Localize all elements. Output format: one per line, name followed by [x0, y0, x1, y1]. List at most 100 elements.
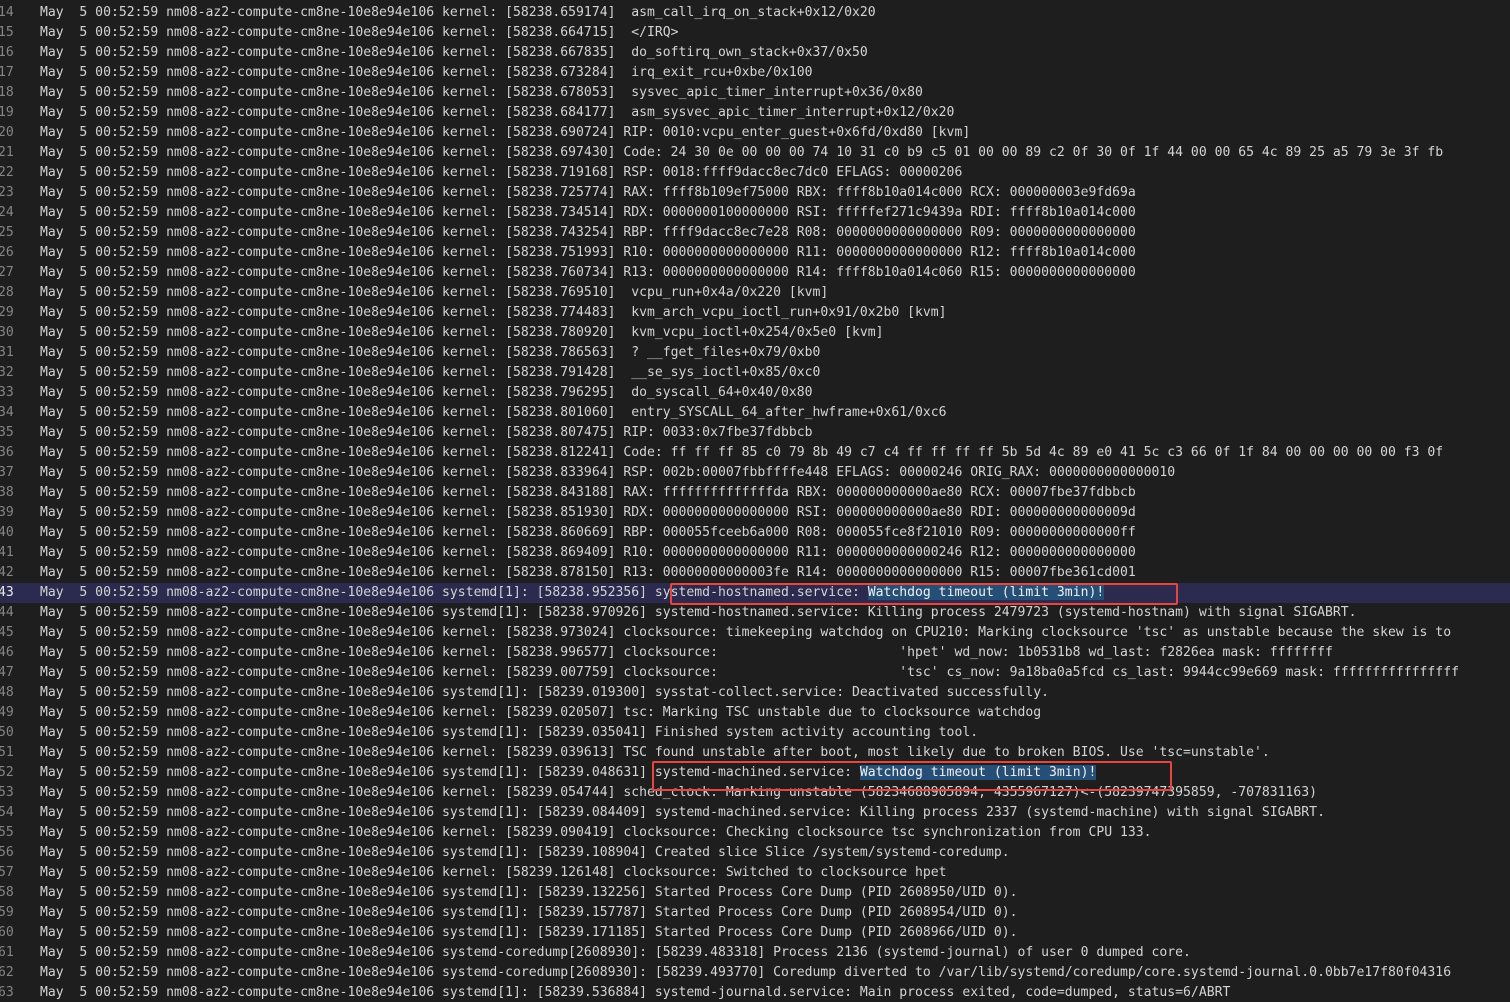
- line-number: 17: [0, 65, 14, 80]
- log-line[interactable]: 55 May 5 00:52:59 nm08-az2-compute-cm8ne-…: [0, 823, 1510, 843]
- log-line[interactable]: 28 May 5 00:52:59 nm08-az2-compute-cm8ne-…: [0, 283, 1510, 303]
- log-line[interactable]: 44 May 5 00:52:59 nm08-az2-compute-cm8ne-…: [0, 603, 1510, 623]
- log-line[interactable]: 53 May 5 00:52:59 nm08-az2-compute-cm8ne-…: [0, 783, 1510, 803]
- line-number: 63: [0, 985, 14, 1000]
- log-text: May 5 00:52:59 nm08-az2-compute-cm8ne-10…: [40, 603, 1356, 623]
- line-number: 43: [0, 585, 14, 600]
- log-text: May 5 00:52:59 nm08-az2-compute-cm8ne-10…: [40, 383, 813, 403]
- log-line[interactable]: 14 May 5 00:52:59 nm08-az2-compute-cm8ne-…: [0, 3, 1510, 23]
- log-line[interactable]: 16 May 5 00:52:59 nm08-az2-compute-cm8ne-…: [0, 43, 1510, 63]
- line-number: 32: [0, 365, 14, 380]
- log-message: May 5 00:52:59 nm08-az2-compute-cm8ne-10…: [40, 865, 947, 880]
- log-line[interactable]: 26 May 5 00:52:59 nm08-az2-compute-cm8ne-…: [0, 243, 1510, 263]
- line-number: 27: [0, 265, 14, 280]
- log-message: May 5 00:52:59 nm08-az2-compute-cm8ne-10…: [40, 145, 1444, 160]
- log-line[interactable]: 56 May 5 00:52:59 nm08-az2-compute-cm8ne-…: [0, 843, 1510, 863]
- log-line[interactable]: 48 May 5 00:52:59 nm08-az2-compute-cm8ne-…: [0, 683, 1510, 703]
- log-text: May 5 00:52:59 nm08-az2-compute-cm8ne-10…: [40, 283, 828, 303]
- log-message: May 5 00:52:59 nm08-az2-compute-cm8ne-10…: [40, 625, 1452, 640]
- log-message: May 5 00:52:59 nm08-az2-compute-cm8ne-10…: [40, 205, 1136, 220]
- log-line[interactable]: 62 May 5 00:52:59 nm08-az2-compute-cm8ne-…: [0, 963, 1510, 983]
- log-line[interactable]: 29 May 5 00:52:59 nm08-az2-compute-cm8ne-…: [0, 303, 1510, 323]
- log-text: May 5 00:52:59 nm08-az2-compute-cm8ne-10…: [40, 83, 923, 103]
- line-number: 14: [0, 5, 14, 20]
- log-line[interactable]: 37 May 5 00:52:59 nm08-az2-compute-cm8ne-…: [0, 463, 1510, 483]
- log-text: May 5 00:52:59 nm08-az2-compute-cm8ne-10…: [40, 783, 1317, 803]
- log-line[interactable]: 17 May 5 00:52:59 nm08-az2-compute-cm8ne-…: [0, 63, 1510, 83]
- log-text: May 5 00:52:59 nm08-az2-compute-cm8ne-10…: [40, 563, 1136, 583]
- log-line[interactable]: 36 May 5 00:52:59 nm08-az2-compute-cm8ne-…: [0, 443, 1510, 463]
- log-line[interactable]: 61 May 5 00:52:59 nm08-az2-compute-cm8ne-…: [0, 943, 1510, 963]
- log-line[interactable]: 38 May 5 00:52:59 nm08-az2-compute-cm8ne-…: [0, 483, 1510, 503]
- log-line[interactable]: 33 May 5 00:52:59 nm08-az2-compute-cm8ne-…: [0, 383, 1510, 403]
- log-line[interactable]: 22 May 5 00:52:59 nm08-az2-compute-cm8ne-…: [0, 163, 1510, 183]
- log-line[interactable]: 52 May 5 00:52:59 nm08-az2-compute-cm8ne-…: [0, 763, 1510, 783]
- log-text: May 5 00:52:59 nm08-az2-compute-cm8ne-10…: [40, 303, 947, 323]
- log-line[interactable]: 57 May 5 00:52:59 nm08-az2-compute-cm8ne-…: [0, 863, 1510, 883]
- log-line[interactable]: 59 May 5 00:52:59 nm08-az2-compute-cm8ne-…: [0, 903, 1510, 923]
- log-line[interactable]: 18 May 5 00:52:59 nm08-az2-compute-cm8ne-…: [0, 83, 1510, 103]
- log-lines: 14 May 5 00:52:59 nm08-az2-compute-cm8ne-…: [0, 3, 1510, 1002]
- log-line[interactable]: 49 May 5 00:52:59 nm08-az2-compute-cm8ne-…: [0, 703, 1510, 723]
- log-line[interactable]: 46 May 5 00:52:59 nm08-az2-compute-cm8ne-…: [0, 643, 1510, 663]
- log-message: May 5 00:52:59 nm08-az2-compute-cm8ne-10…: [40, 845, 1010, 860]
- log-text: May 5 00:52:59 nm08-az2-compute-cm8ne-10…: [40, 643, 1333, 663]
- log-line[interactable]: 30 May 5 00:52:59 nm08-az2-compute-cm8ne-…: [0, 323, 1510, 343]
- log-line[interactable]: 24 May 5 00:52:59 nm08-az2-compute-cm8ne-…: [0, 203, 1510, 223]
- line-number: 44: [0, 605, 14, 620]
- log-line[interactable]: 43 May 5 00:52:59 nm08-az2-compute-cm8ne-…: [0, 583, 1510, 603]
- log-message: May 5 00:52:59 nm08-az2-compute-cm8ne-10…: [40, 965, 1452, 980]
- log-line[interactable]: 32 May 5 00:52:59 nm08-az2-compute-cm8ne-…: [0, 363, 1510, 383]
- line-number: 60: [0, 925, 14, 940]
- log-line[interactable]: 47 May 5 00:52:59 nm08-az2-compute-cm8ne-…: [0, 663, 1510, 683]
- log-line[interactable]: 60 May 5 00:52:59 nm08-az2-compute-cm8ne-…: [0, 923, 1510, 943]
- log-line[interactable]: 58 May 5 00:52:59 nm08-az2-compute-cm8ne-…: [0, 883, 1510, 903]
- line-number: 37: [0, 465, 14, 480]
- log-line[interactable]: 35 May 5 00:52:59 nm08-az2-compute-cm8ne-…: [0, 423, 1510, 443]
- log-text: May 5 00:52:59 nm08-az2-compute-cm8ne-10…: [40, 523, 1136, 543]
- log-message: May 5 00:52:59 nm08-az2-compute-cm8ne-10…: [40, 605, 1357, 620]
- log-line[interactable]: 51 May 5 00:52:59 nm08-az2-compute-cm8ne-…: [0, 743, 1510, 763]
- log-message: May 5 00:52:59 nm08-az2-compute-cm8ne-10…: [40, 685, 1050, 700]
- log-text: May 5 00:52:59 nm08-az2-compute-cm8ne-10…: [40, 343, 820, 363]
- log-text: May 5 00:52:59 nm08-az2-compute-cm8ne-10…: [40, 803, 1325, 823]
- log-line[interactable]: 23 May 5 00:52:59 nm08-az2-compute-cm8ne-…: [0, 183, 1510, 203]
- line-number: 26: [0, 245, 14, 260]
- line-number: 50: [0, 725, 14, 740]
- log-line[interactable]: 45 May 5 00:52:59 nm08-az2-compute-cm8ne-…: [0, 623, 1510, 643]
- log-line[interactable]: 40 May 5 00:52:59 nm08-az2-compute-cm8ne-…: [0, 523, 1510, 543]
- line-number: 55: [0, 825, 14, 840]
- line-number: 58: [0, 885, 14, 900]
- log-line[interactable]: 54 May 5 00:52:59 nm08-az2-compute-cm8ne-…: [0, 803, 1510, 823]
- log-line[interactable]: 41 May 5 00:52:59 nm08-az2-compute-cm8ne-…: [0, 543, 1510, 563]
- log-line[interactable]: 27 May 5 00:52:59 nm08-az2-compute-cm8ne-…: [0, 263, 1510, 283]
- line-number: 19: [0, 105, 14, 120]
- log-message: May 5 00:52:59 nm08-az2-compute-cm8ne-10…: [40, 945, 1191, 960]
- log-line[interactable]: 34 May 5 00:52:59 nm08-az2-compute-cm8ne-…: [0, 403, 1510, 423]
- log-message: May 5 00:52:59 nm08-az2-compute-cm8ne-10…: [40, 105, 955, 120]
- log-line[interactable]: 42 May 5 00:52:59 nm08-az2-compute-cm8ne-…: [0, 563, 1510, 583]
- log-text: May 5 00:52:59 nm08-az2-compute-cm8ne-10…: [40, 903, 1018, 923]
- line-number: 46: [0, 645, 14, 660]
- log-message: May 5 00:52:59 nm08-az2-compute-cm8ne-10…: [40, 465, 1176, 480]
- log-message: May 5 00:52:59 nm08-az2-compute-cm8ne-10…: [40, 925, 1018, 940]
- log-message: May 5 00:52:59 nm08-az2-compute-cm8ne-10…: [40, 805, 1325, 820]
- log-text: May 5 00:52:59 nm08-az2-compute-cm8ne-10…: [40, 443, 1443, 463]
- log-line[interactable]: 21 May 5 00:52:59 nm08-az2-compute-cm8ne-…: [0, 143, 1510, 163]
- line-number: 57: [0, 865, 14, 880]
- log-viewer[interactable]: 14 May 5 00:52:59 nm08-az2-compute-cm8ne-…: [0, 0, 1510, 1002]
- line-number: 20: [0, 125, 14, 140]
- log-message: May 5 00:52:59 nm08-az2-compute-cm8ne-10…: [40, 165, 963, 180]
- log-message: May 5 00:52:59 nm08-az2-compute-cm8ne-10…: [40, 565, 1136, 580]
- log-line[interactable]: 20 May 5 00:52:59 nm08-az2-compute-cm8ne-…: [0, 123, 1510, 143]
- log-message: May 5 00:52:59 nm08-az2-compute-cm8ne-10…: [40, 245, 1136, 260]
- log-line[interactable]: 31 May 5 00:52:59 nm08-az2-compute-cm8ne-…: [0, 343, 1510, 363]
- log-line[interactable]: 25 May 5 00:52:59 nm08-az2-compute-cm8ne-…: [0, 223, 1510, 243]
- log-message: May 5 00:52:59 nm08-az2-compute-cm8ne-10…: [40, 65, 813, 80]
- log-line[interactable]: 50 May 5 00:52:59 nm08-az2-compute-cm8ne-…: [0, 723, 1510, 743]
- log-line[interactable]: 39 May 5 00:52:59 nm08-az2-compute-cm8ne-…: [0, 503, 1510, 523]
- log-message: May 5 00:52:59 nm08-az2-compute-cm8ne-10…: [40, 125, 971, 140]
- log-line[interactable]: 19 May 5 00:52:59 nm08-az2-compute-cm8ne-…: [0, 103, 1510, 123]
- log-line[interactable]: 15 May 5 00:52:59 nm08-az2-compute-cm8ne-…: [0, 23, 1510, 43]
- log-line[interactable]: 63 May 5 00:52:59 nm08-az2-compute-cm8ne-…: [0, 983, 1510, 1002]
